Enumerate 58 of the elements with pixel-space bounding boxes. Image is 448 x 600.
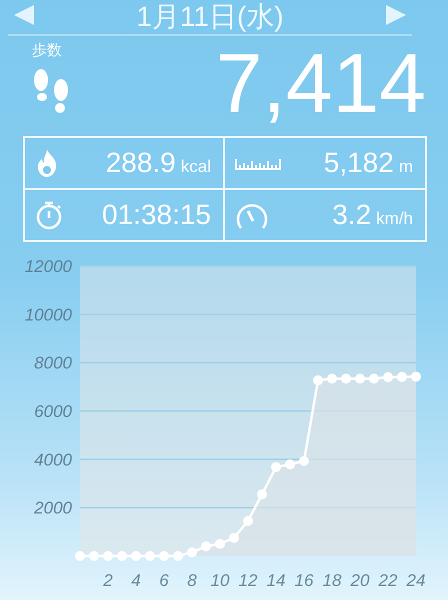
stat-unit: km/h [376,209,413,229]
data-point [201,541,211,552]
x-tick-label: 22 [378,571,398,590]
data-point [229,532,239,543]
y-tick-label: 12000 [24,257,72,276]
x-tick-label: 20 [350,571,370,590]
data-point [103,551,113,561]
x-tick-label: 24 [406,571,426,590]
data-point [383,372,393,382]
flame-icon [35,148,59,178]
data-point [145,551,155,561]
data-point [173,551,183,561]
data-point [411,372,421,382]
data-point [75,551,85,561]
x-tick-label: 6 [159,571,169,590]
x-tick-label: 4 [131,571,141,590]
data-point [341,374,351,384]
y-tick-label: 10000 [24,305,72,324]
ruler-icon [235,156,281,170]
data-point [159,551,169,561]
date-title: 1月11日(水) [136,2,284,32]
y-tick-label: 6000 [34,402,72,421]
x-tick-label: 12 [238,571,258,590]
x-tick-label: 8 [187,571,197,590]
x-tick-label: 14 [266,571,286,590]
x-tick-label: 18 [322,571,342,590]
steps-count: 7,414 [216,38,426,128]
steps-label: 歩数 [32,40,62,60]
x-tick-label: 10 [210,571,230,590]
data-point [313,375,323,386]
x-tick-label: 16 [294,571,314,590]
data-point [187,547,197,558]
data-point [271,462,281,472]
y-tick-label: 2000 [34,498,72,518]
stat-value: 5,182 [324,147,394,179]
x-tick-label: 2 [103,571,113,590]
data-point [327,374,337,384]
stat-unit: kcal [180,157,211,177]
stat-value: 01:38:15 [102,199,211,231]
data-point [285,459,295,470]
stopwatch-icon [35,200,63,230]
previous-day-button[interactable] [12,3,36,27]
data-point [257,489,267,500]
stat-value: 288.9 [106,147,176,179]
data-point [215,538,225,549]
next-day-button[interactable] [384,3,408,27]
data-point [369,374,379,384]
data-point [397,372,407,382]
data-point [131,551,141,561]
data-point [117,551,127,561]
data-point [89,551,99,561]
y-tick-label: 4000 [34,450,72,470]
y-tick-label: 8000 [34,354,72,373]
stat-value: 3.2 [332,199,372,231]
stat-unit: m [398,157,413,177]
data-point [355,374,365,384]
data-point [299,456,309,466]
data-point [243,516,253,526]
